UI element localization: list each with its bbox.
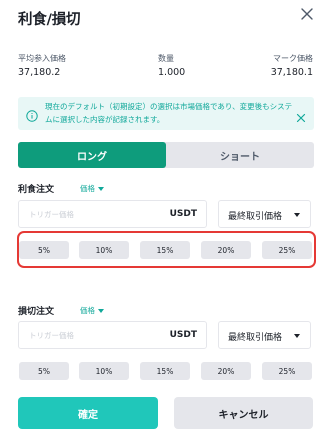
select-value: 最終取引価格 [228, 212, 283, 222]
caret-down-icon [294, 213, 300, 217]
confirm-button[interactable]: 確定 [18, 397, 158, 429]
price-type-label: 価格 [80, 306, 95, 315]
stop-loss-chip-15[interactable]: 15% [140, 362, 190, 380]
stop-loss-label: 損切注文 [18, 307, 55, 317]
stop-loss-chip-20[interactable]: 20% [201, 362, 251, 380]
price-type-label: 価格 [80, 184, 95, 193]
info-notice: 現在のデフォルト（初期設定）の選択は市場価格であり、変更後もシステムに選択した内… [18, 97, 314, 130]
stop-loss-trigger-input[interactable]: トリガー価格 USDT [18, 321, 207, 349]
stop-loss-chip-5[interactable]: 5% [19, 362, 69, 380]
mark-price-label: マーク価格 [273, 54, 313, 63]
stop-loss-chip-25[interactable]: 25% [262, 362, 312, 380]
take-profit-chip-5[interactable]: 5% [19, 241, 69, 259]
stop-loss-price-select[interactable]: 最終取引価格 [218, 321, 311, 349]
take-profit-label: 利食注文 [18, 185, 55, 195]
caret-down-icon [294, 334, 300, 338]
trigger-placeholder: トリガー価格 [29, 210, 74, 219]
take-profit-price-type-dropdown[interactable]: 価格 [80, 183, 104, 194]
dialog-title: 利食/損切 [18, 12, 81, 28]
take-profit-chip-15[interactable]: 15% [140, 241, 190, 259]
tab-short[interactable]: ショート [166, 142, 314, 168]
caret-down-icon [98, 186, 104, 191]
avg-entry-price-value: 37,180.2 [18, 67, 61, 78]
take-profit-chip-20[interactable]: 20% [201, 241, 251, 259]
quantity-label: 数量 [158, 54, 174, 63]
close-icon[interactable] [297, 4, 317, 24]
take-profit-chip-10[interactable]: 10% [79, 241, 129, 259]
tab-long[interactable]: ロング [18, 142, 166, 168]
unit-label: USDT [169, 330, 197, 340]
cancel-button[interactable]: キャンセル [174, 397, 313, 429]
stop-loss-chip-10[interactable]: 10% [79, 362, 129, 380]
info-icon [26, 107, 38, 122]
take-profit-price-select[interactable]: 最終取引価格 [218, 200, 311, 228]
stop-loss-price-type-dropdown[interactable]: 価格 [80, 305, 104, 316]
mark-price-value: 37,180.1 [270, 67, 313, 78]
trigger-placeholder: トリガー価格 [29, 331, 74, 340]
select-value: 最終取引価格 [228, 333, 283, 343]
notice-close-icon[interactable] [296, 108, 306, 123]
take-profit-chip-25[interactable]: 25% [262, 241, 312, 259]
avg-entry-price-label: 平均参入価格 [18, 54, 66, 63]
caret-down-icon [98, 308, 104, 313]
notice-text: 現在のデフォルト（初期設定）の選択は市場価格であり、変更後もシステムに選択した内… [45, 102, 293, 124]
quantity-value: 1.000 [158, 67, 186, 78]
take-profit-trigger-input[interactable]: トリガー価格 USDT [18, 200, 207, 228]
unit-label: USDT [169, 209, 197, 219]
